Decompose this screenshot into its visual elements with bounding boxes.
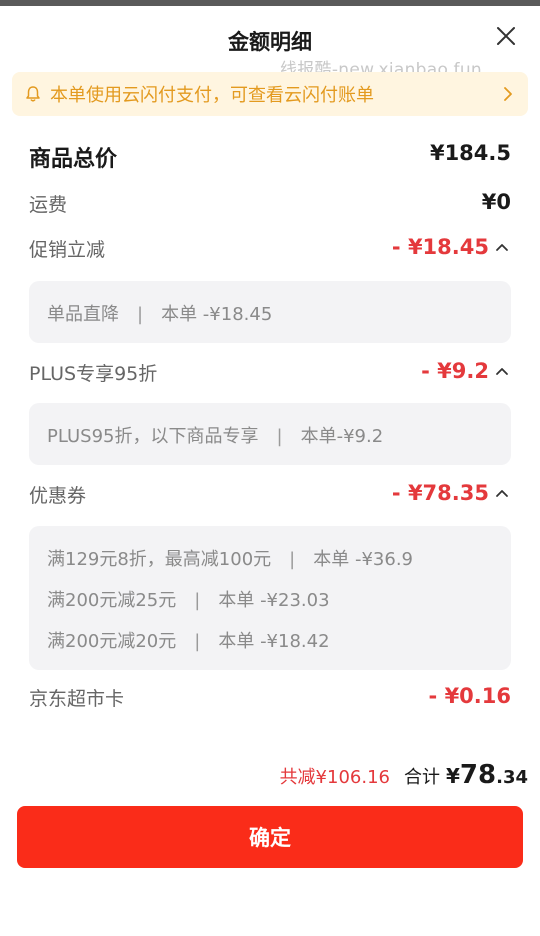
notice-text: 本单使用云闪付支付，可查看云闪付账单 <box>50 85 374 106</box>
detail-name: 满200元减20元 <box>47 631 177 652</box>
detail-separator: | <box>137 304 144 325</box>
detail-amount: 本单 -¥18.42 <box>218 631 330 652</box>
plus-value: - ¥9.2 <box>421 359 489 383</box>
detail-separator: | <box>276 426 283 447</box>
supermarket-card-row: 京东超市卡 - ¥0.16 <box>29 684 511 716</box>
goods-total-label: 商品总价 <box>29 147 118 172</box>
detail-amount: 本单 -¥18.45 <box>161 304 273 325</box>
chevron-up-icon[interactable] <box>495 365 509 377</box>
detail-separator: | <box>194 590 201 611</box>
chevron-up-icon[interactable] <box>495 241 509 253</box>
detail-line: 单品直降 | 本单 -¥18.45 <box>47 300 272 326</box>
detail-name: 单品直降 <box>47 304 119 325</box>
detail-amount: 本单 -¥36.9 <box>313 549 413 570</box>
shipping-label: 运费 <box>29 194 68 216</box>
goods-total-value: ¥184.5 <box>429 141 511 165</box>
total-decimal: .34 <box>496 767 528 788</box>
shipping-row: 运费 ¥0 <box>29 190 511 222</box>
bell-icon <box>26 86 40 102</box>
amount-detail-page: 金额明细 线报酷-new.xianbao.fun 本单使用云闪付支付，可查看云闪… <box>0 0 540 936</box>
amount-detail-sheet: 金额明细 线报酷-new.xianbao.fun 本单使用云闪付支付，可查看云闪… <box>0 6 540 936</box>
promotion-row[interactable]: 促销立减 - ¥18.45 <box>29 235 511 267</box>
coupon-detail-box: 满129元8折，最高减100元 | 本单 -¥36.9 满200元减25元 | 本单 -… <box>29 526 511 670</box>
cloud-pay-notice[interactable]: 本单使用云闪付支付，可查看云闪付账单 <box>12 72 528 116</box>
detail-separator: | <box>289 549 296 570</box>
detail-line: 满200元减25元 | 本单 -¥23.03 <box>47 586 330 612</box>
promotion-value: - ¥18.45 <box>391 235 489 259</box>
coupon-label: 优惠券 <box>29 485 87 507</box>
plus-label: PLUS专享95折 <box>29 363 158 385</box>
sheet-title: 金额明细 <box>228 30 312 54</box>
detail-line: 满129元8折，最高减100元 | 本单 -¥36.9 <box>47 545 413 571</box>
shipping-value: ¥0 <box>481 190 511 214</box>
detail-amount: 本单 -¥23.03 <box>218 590 330 611</box>
confirm-button[interactable]: 确定 <box>17 806 523 868</box>
total-integer: 78 <box>459 760 497 790</box>
coupon-row[interactable]: 优惠券 - ¥78.35 <box>29 481 511 513</box>
plus-row[interactable]: PLUS专享95折 - ¥9.2 <box>29 359 511 391</box>
chevron-up-icon[interactable] <box>495 487 509 499</box>
detail-amount: 本单-¥9.2 <box>300 426 384 447</box>
supermarket-card-value: - ¥0.16 <box>428 684 511 708</box>
chevron-right-icon <box>504 87 512 101</box>
detail-name: PLUS95折，以下商品专享 <box>47 426 259 447</box>
detail-separator: | <box>194 631 201 652</box>
supermarket-card-label: 京东超市卡 <box>29 688 125 710</box>
total-label: 合计 <box>404 767 440 788</box>
detail-line: 满200元减20元 | 本单 -¥18.42 <box>47 627 330 653</box>
close-icon[interactable] <box>494 24 518 48</box>
detail-name: 满129元8折，最高减100元 <box>47 549 272 570</box>
detail-line: PLUS95折，以下商品专享 | 本单-¥9.2 <box>47 422 383 448</box>
detail-name: 满200元减25元 <box>47 590 177 611</box>
promotion-detail-box: 单品直降 | 本单 -¥18.45 <box>29 281 511 343</box>
goods-total-row: 商品总价 ¥184.5 <box>29 141 511 173</box>
order-total-summary: 共减¥106.16 合计 ¥ 78 .34 <box>280 760 528 794</box>
total-saved: 共减¥106.16 <box>279 767 390 788</box>
plus-detail-box: PLUS95折，以下商品专享 | 本单-¥9.2 <box>29 403 511 465</box>
promotion-label: 促销立减 <box>29 239 106 261</box>
coupon-value: - ¥78.35 <box>391 481 489 505</box>
total-currency: ¥ <box>446 764 460 788</box>
